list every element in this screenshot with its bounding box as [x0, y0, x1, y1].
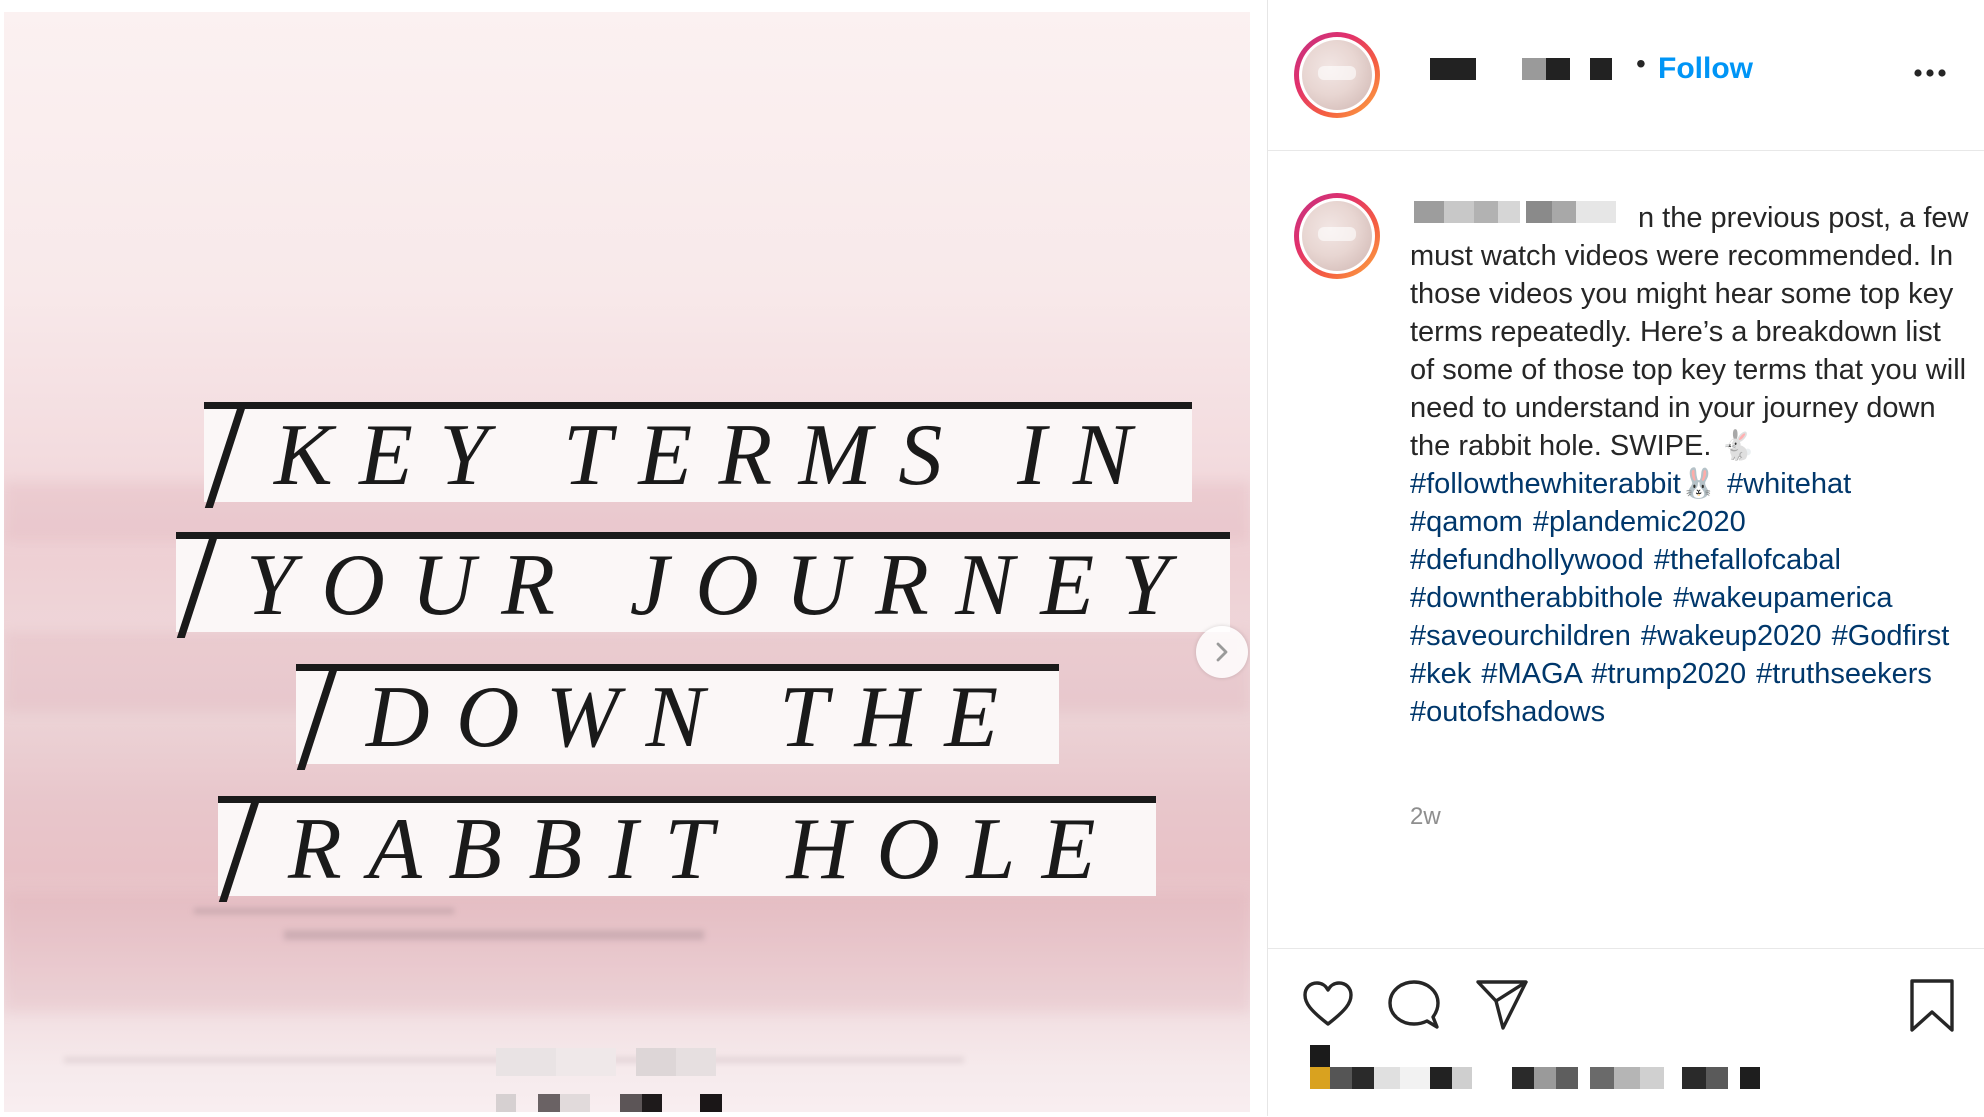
next-slide-button[interactable] [1196, 626, 1248, 678]
hashtag-link[interactable]: #outofshadows [1410, 696, 1605, 728]
follow-button[interactable]: Follow [1658, 52, 1753, 86]
separator-dot: • [1636, 48, 1646, 79]
brush-stroke [284, 930, 704, 940]
overlay-text-line: KEY TERMS IN [204, 402, 1192, 504]
heart-icon[interactable] [1300, 977, 1356, 1033]
post-header: • Follow [1268, 0, 1984, 151]
hashtag-link[interactable]: #trump2020 [1591, 658, 1746, 690]
hashtag-link[interactable]: #plandemic2020 [1533, 506, 1746, 538]
hashtag-link[interactable]: #saveourchildren [1410, 620, 1631, 652]
watercolor-band [4, 892, 1250, 1012]
hashtag-link[interactable]: #whitehat [1727, 468, 1851, 500]
post-image[interactable]: KEY TERMS IN YOUR JOURNEY DOWN THE RABBI… [4, 12, 1250, 1112]
hashtag-link[interactable]: #qamom [1410, 506, 1523, 538]
paper-plane-icon[interactable] [1474, 977, 1530, 1033]
caption-section: n the previous post, a few must watch vi… [1268, 151, 1984, 947]
instagram-post: KEY TERMS IN YOUR JOURNEY DOWN THE RABBI… [0, 0, 1984, 1116]
avatar[interactable] [1294, 32, 1380, 118]
caption-text: n the previous post, a few must watch vi… [1410, 199, 1970, 731]
comment-icon[interactable] [1386, 977, 1442, 1033]
hashtag-link[interactable]: #thefallofcabal [1654, 544, 1841, 576]
hashtag-link[interactable]: #kek [1410, 658, 1471, 690]
hashtag-link[interactable]: #truthseekers [1756, 658, 1932, 690]
chevron-right-icon [1216, 642, 1228, 662]
hashtag-link[interactable]: #defundhollywood [1410, 544, 1644, 576]
avatar[interactable] [1294, 193, 1380, 279]
more-options-icon [1914, 69, 1946, 77]
redacted-watermark [496, 1048, 786, 1112]
hashtag-link[interactable]: #MAGA [1481, 658, 1581, 690]
overlay-text-line: RABBIT HOLE [218, 796, 1156, 898]
bookmark-icon[interactable] [1904, 977, 1960, 1033]
overlay-text-line: DOWN THE [296, 664, 1059, 766]
post-timestamp[interactable]: 2w [1410, 803, 1441, 831]
more-options-button[interactable] [1910, 58, 1950, 88]
hashtag-list: #followthewhiterabbit🐰 #whitehat #qamom … [1410, 468, 1949, 728]
action-bar [1268, 948, 1984, 1117]
brush-stroke [194, 908, 454, 914]
redacted-username[interactable] [1430, 58, 1630, 82]
caption-body: n the previous post, a few must watch vi… [1410, 202, 1969, 462]
hashtag-link[interactable]: #wakeupamerica [1673, 582, 1892, 614]
hashtag-link[interactable]: #followthewhiterabbit🐰 [1410, 468, 1717, 500]
redacted-likes [1310, 1045, 1930, 1095]
hashtag-link[interactable]: #Godfirst [1832, 620, 1950, 652]
hashtag-link[interactable]: #downtherabbithole [1410, 582, 1663, 614]
hashtag-link[interactable]: #wakeup2020 [1641, 620, 1822, 652]
overlay-text-line: YOUR JOURNEY [176, 532, 1230, 634]
